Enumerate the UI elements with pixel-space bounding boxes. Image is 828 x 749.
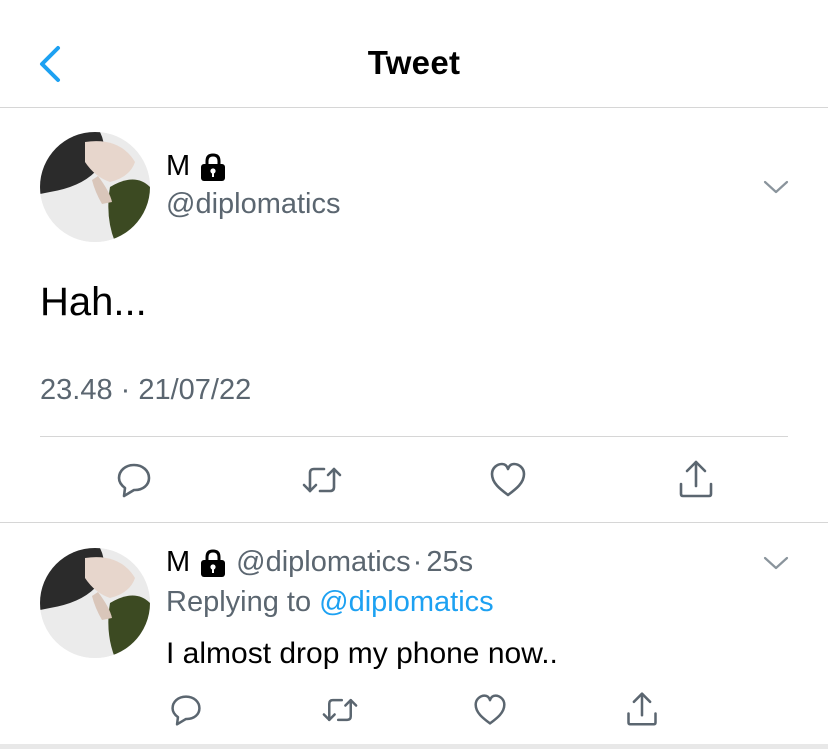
share-icon	[679, 460, 713, 498]
reply-share-button[interactable]	[622, 688, 662, 730]
reply-author-name[interactable]: M	[166, 546, 190, 579]
separator-dot: ·	[412, 546, 423, 578]
replying-mention-link[interactable]: @diplomatics	[319, 586, 494, 618]
lock-icon	[201, 548, 226, 577]
reply-retweet-button[interactable]	[318, 690, 362, 730]
reply-tweet-text: I almost drop my phone now..	[166, 637, 558, 670]
retweet-icon	[302, 467, 342, 493]
heart-icon	[490, 462, 526, 497]
replying-prefix: Replying to	[166, 586, 312, 618]
like-button[interactable]	[486, 458, 530, 502]
tweet-options-button[interactable]	[762, 178, 790, 201]
chevron-down-icon	[763, 556, 789, 570]
tweet-timestamp: 23.48 · 21/07/22	[40, 374, 252, 406]
speech-bubble-icon	[171, 695, 201, 726]
reply-like-button[interactable]	[470, 690, 510, 730]
divider	[40, 436, 788, 437]
author-name[interactable]: M	[166, 150, 190, 183]
section-separator	[0, 522, 828, 523]
reply-avatar[interactable]	[40, 548, 150, 658]
retweet-icon	[322, 698, 358, 722]
heart-icon	[474, 694, 506, 725]
page-title: Tweet	[367, 44, 461, 81]
reply-button[interactable]	[112, 458, 156, 502]
navigation-header: Tweet	[0, 0, 828, 108]
reply-options-button[interactable]	[762, 554, 790, 577]
reply-reply-button[interactable]	[166, 690, 206, 730]
avatar[interactable]	[40, 132, 150, 242]
share-button[interactable]	[674, 456, 718, 502]
lock-icon	[201, 152, 226, 181]
bottom-divider	[0, 744, 828, 749]
chevron-down-icon	[763, 180, 789, 194]
tweet-text: Hah...	[40, 280, 147, 324]
replying-to: Replying to @diplomatics	[166, 586, 494, 619]
share-icon	[627, 692, 657, 726]
reply-time: 25s	[426, 546, 474, 578]
author-handle[interactable]: @diplomatics	[166, 188, 341, 221]
retweet-button[interactable]	[298, 458, 346, 502]
reply-author-handle[interactable]: @diplomatics	[236, 546, 411, 579]
author-name-row: M	[166, 150, 228, 183]
speech-bubble-icon	[117, 463, 151, 498]
reply-author-row: M @diplomatics · 25s	[166, 546, 473, 579]
